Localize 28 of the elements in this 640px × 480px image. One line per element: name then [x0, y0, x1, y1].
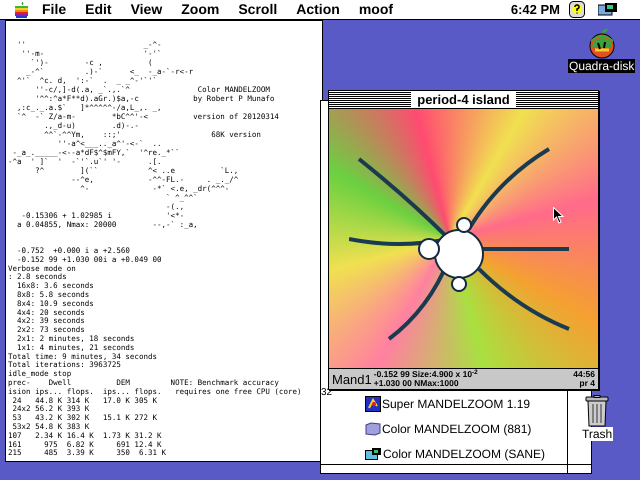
- title-bar[interactable]: period-4 island: [329, 91, 598, 109]
- pointer-cursor-icon: [553, 207, 564, 224]
- app-icon: [365, 396, 381, 412]
- menu-item[interactable]: Edit: [85, 0, 112, 20]
- application-icon[interactable]: [598, 2, 618, 18]
- document-icon: [365, 422, 381, 436]
- file-name[interactable]: Color MANDELZOOM (SANE): [383, 447, 546, 461]
- elapsed-time: 44:56: [573, 370, 595, 379]
- coordinates-text: -0.152 99 Size:4.900 x 10$^{-2}$: [374, 370, 478, 379]
- fractal-name: Mand1: [332, 372, 372, 386]
- apple-logo-icon[interactable]: [15, 2, 28, 18]
- menu-item[interactable]: View: [130, 0, 162, 20]
- trash-icon[interactable]: [585, 395, 610, 427]
- icon-label: Trash: [581, 427, 614, 441]
- file-name[interactable]: Color MANDELZOOM (881): [382, 422, 532, 436]
- precision-text: pr 4: [579, 379, 595, 388]
- help-icon[interactable]: [569, 1, 585, 18]
- menu-item[interactable]: Scroll: [238, 0, 278, 20]
- icon-label: Quadra-disk: [568, 59, 636, 73]
- menu-item[interactable]: File: [42, 0, 66, 20]
- coordinates-text: +1.030 00 NMax:1000: [374, 379, 460, 388]
- window-title: period-4 island: [411, 92, 516, 107]
- menu-item[interactable]: Action: [296, 0, 340, 20]
- file-name[interactable]: Super MANDELZOOM 1.19: [382, 397, 530, 411]
- menu-item[interactable]: moof: [358, 0, 394, 20]
- clock: 6:42 PM: [510, 2, 560, 17]
- menu-item[interactable]: Zoom: [181, 0, 220, 20]
- document-icon: [365, 447, 382, 461]
